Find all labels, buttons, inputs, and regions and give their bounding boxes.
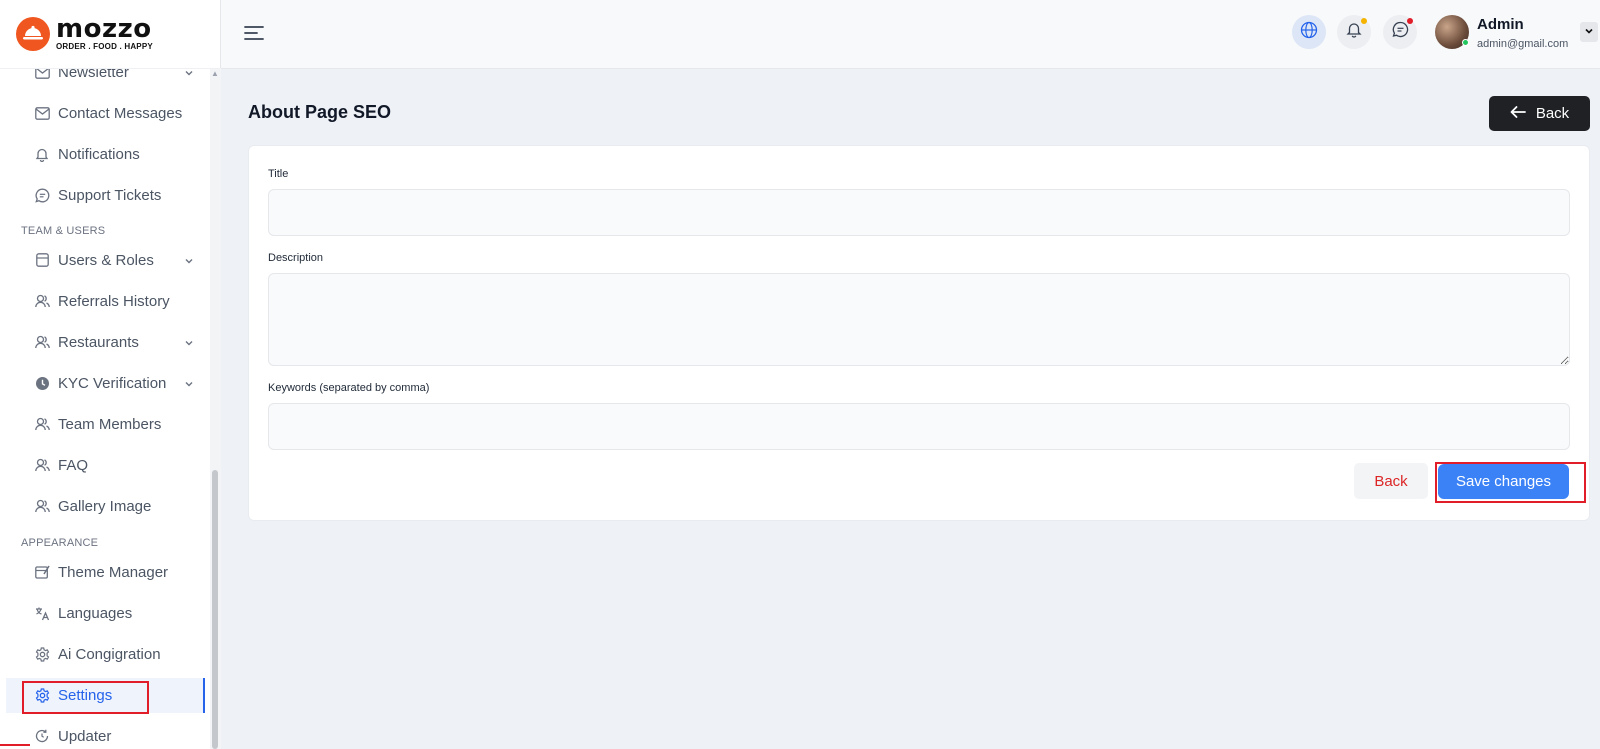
sidebar-item-support-tickets[interactable]: Support Tickets	[34, 183, 194, 207]
envelope-icon	[34, 105, 50, 121]
page-title: About Page SEO	[248, 102, 392, 122]
top-header: Admin admin@gmail.com	[221, 0, 1600, 69]
sidebar-item-label: Updater	[58, 727, 112, 745]
sidebar-nav: Newsletter Contact Messages Notification…	[0, 0, 210, 749]
theme-icon	[34, 564, 50, 580]
sidebar-item-ai-configuration[interactable]: Ai Congigration	[34, 642, 194, 666]
sidebar-item-label: Notifications	[58, 145, 140, 163]
keywords-input[interactable]	[268, 403, 1570, 450]
translate-icon	[34, 605, 50, 621]
sidebar-item-label: Support Tickets	[58, 186, 162, 204]
sidebar-item-theme-manager[interactable]: Theme Manager	[34, 560, 194, 584]
user-menu-toggle[interactable]	[1580, 22, 1598, 42]
clock-icon	[34, 375, 50, 391]
user-box-icon	[34, 252, 50, 268]
sidebar-item-label: Referrals History	[58, 292, 170, 310]
section-label-team: TEAM & USERS	[21, 225, 106, 237]
sidebar-item-label: Ai Congigration	[58, 645, 161, 663]
logo-mark-icon	[16, 17, 50, 51]
title-input[interactable]	[268, 189, 1570, 236]
chat-icon	[34, 187, 50, 203]
chevron-down-icon	[184, 335, 194, 352]
sidebar-item-restaurants[interactable]: Restaurants	[34, 330, 194, 354]
users-icon	[34, 334, 50, 350]
sidebar-item-label: FAQ	[58, 456, 89, 474]
bell-icon	[1346, 21, 1362, 43]
chevron-down-icon	[184, 376, 194, 393]
sidebar-item-faq[interactable]: FAQ	[34, 453, 194, 477]
sidebar-item-label: Gallery Image	[58, 497, 152, 515]
sidebar-item-label: Contact Messages	[58, 104, 183, 122]
bell-icon	[34, 146, 50, 162]
sidebar-item-label: Team Members	[58, 415, 162, 433]
cancel-back-button[interactable]: Back	[1354, 463, 1428, 499]
refresh-icon	[34, 728, 50, 744]
sidebar-item-gallery-image[interactable]: Gallery Image	[34, 494, 194, 518]
scroll-up-icon[interactable]: ▲	[211, 69, 219, 78]
online-status-dot	[1462, 39, 1469, 46]
user-name[interactable]: Admin	[1477, 16, 1524, 33]
sidebar-item-label: Restaurants	[58, 333, 139, 351]
save-highlight-box	[1435, 462, 1586, 503]
brand-logo[interactable]: mozzo ORDER . FOOD . HAPPY	[16, 14, 153, 54]
description-label: Description	[268, 252, 324, 264]
notification-dot	[1361, 18, 1367, 24]
title-label: Title	[268, 168, 289, 180]
section-label-appearance: APPEARANCE	[21, 537, 99, 549]
sidebar-item-updater[interactable]: Updater	[34, 724, 194, 748]
users-icon	[34, 293, 50, 309]
description-textarea[interactable]	[268, 273, 1570, 366]
message-dot	[1407, 18, 1413, 24]
user-email: admin@gmail.com	[1477, 38, 1569, 50]
sidebar-item-referrals-history[interactable]: Referrals History	[34, 289, 194, 313]
sidebar-item-label: Languages	[58, 604, 133, 622]
sidebar-item-label: Theme Manager	[58, 563, 169, 581]
chevron-down-icon	[1584, 23, 1594, 41]
divider	[0, 68, 220, 69]
gear-icon	[34, 646, 50, 662]
sidebar-scrollbar-thumb[interactable]	[212, 470, 218, 749]
messages-button[interactable]	[1383, 15, 1417, 49]
sidebar-item-label: KYC Verification	[58, 374, 167, 392]
notifications-button[interactable]	[1337, 15, 1371, 49]
users-icon	[34, 416, 50, 432]
sidebar-item-notifications[interactable]: Notifications	[34, 142, 194, 166]
sidebar-item-label: Users & Roles	[58, 251, 154, 269]
sidebar: Newsletter Contact Messages Notification…	[0, 0, 221, 749]
back-button-label: Back	[1535, 105, 1570, 122]
brand-tagline: ORDER . FOOD . HAPPY	[56, 42, 153, 51]
keywords-label: Keywords (separated by comma)	[268, 382, 430, 394]
users-icon	[34, 457, 50, 473]
sidebar-item-users-roles[interactable]: Users & Roles	[34, 248, 194, 272]
settings-highlight-box	[22, 681, 149, 714]
brand-name: mozzo	[56, 14, 152, 44]
chevron-down-icon	[184, 253, 194, 270]
back-button[interactable]: Back	[1489, 96, 1590, 131]
language-button[interactable]	[1292, 15, 1326, 49]
globe-icon	[1300, 21, 1318, 44]
sidebar-item-languages[interactable]: Languages	[34, 601, 194, 625]
sidebar-item-contact-messages[interactable]: Contact Messages	[34, 101, 194, 125]
red-marker	[0, 744, 30, 746]
sidebar-item-kyc-verification[interactable]: KYC Verification	[34, 371, 194, 395]
chat-icon	[1392, 21, 1409, 43]
sidebar-item-team-members[interactable]: Team Members	[34, 412, 194, 436]
menu-toggle-icon[interactable]	[243, 22, 265, 44]
users-icon	[34, 498, 50, 514]
arrow-left-icon	[1510, 105, 1526, 122]
